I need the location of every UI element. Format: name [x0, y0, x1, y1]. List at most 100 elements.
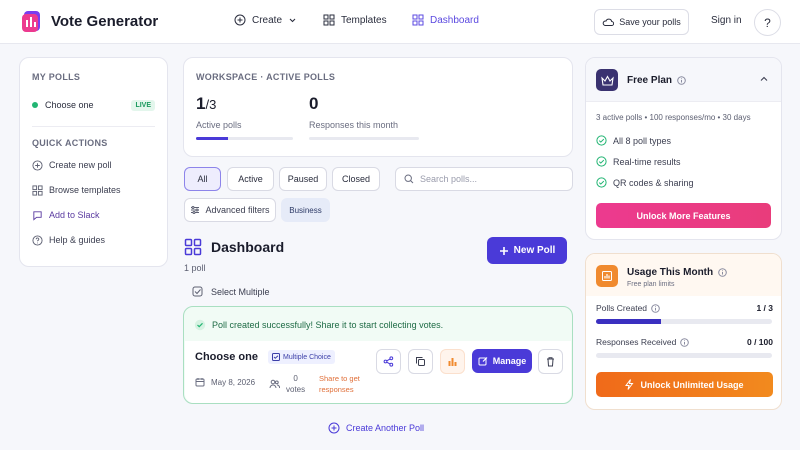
check-circle-icon [596, 177, 607, 188]
checkbox-icon [192, 286, 203, 297]
dashboard-icon [184, 238, 202, 256]
nav-dashboard-label: Dashboard [430, 14, 479, 26]
nav-templates[interactable]: Templates [323, 14, 387, 26]
poll-type-label: Multiple Choice [283, 353, 331, 361]
create-new-poll-action[interactable]: Create new poll [32, 157, 155, 173]
polls-created-row: Polls Created 1 / 3 [596, 303, 773, 313]
new-poll-button[interactable]: New Poll [487, 237, 567, 264]
usage-card: Usage This Month Free plan limits Polls … [585, 253, 782, 410]
add-to-slack-action[interactable]: Add to Slack [32, 207, 155, 223]
filter-all[interactable]: All [184, 167, 221, 191]
chart-icon [596, 265, 618, 287]
share-button[interactable] [376, 349, 401, 374]
active-polls-value: 1/3 [196, 94, 217, 113]
plan-feature: Real-time results [596, 156, 681, 167]
delete-button[interactable] [538, 349, 563, 374]
crown-icon [596, 69, 618, 91]
poll-count: 1 poll [184, 263, 206, 273]
create-another-poll-link[interactable]: Create Another Poll [328, 422, 424, 434]
responses-received-value: 0 / 100 [747, 337, 773, 347]
plus-circle-icon [234, 14, 246, 26]
plus-circle-icon [32, 159, 43, 171]
sidebar-poll-name: Choose one [45, 100, 94, 110]
select-multiple-toggle[interactable]: Select Multiple [192, 286, 270, 297]
info-icon [718, 268, 727, 277]
manage-label: Manage [492, 356, 527, 366]
top-navbar: Vote Generator Create Templates Dashboar… [0, 0, 800, 44]
live-badge: LIVE [131, 99, 155, 111]
responses-label: Responses this month [309, 120, 399, 130]
cloud-icon [602, 18, 615, 26]
nav-create-label: Create [252, 14, 283, 26]
calendar-icon [195, 378, 205, 387]
nav-create[interactable]: Create [234, 14, 297, 26]
results-button[interactable] [440, 349, 465, 374]
share-icon [383, 356, 394, 367]
usage-subtitle: Free plan limits [627, 281, 675, 288]
responses-received-row: Responses Received 0 / 100 [596, 337, 773, 347]
responses-value: 0 [309, 94, 319, 113]
quick-actions-heading: QUICK ACTIONS [32, 138, 108, 148]
sliders-icon [191, 206, 200, 214]
question-icon [32, 234, 43, 246]
sign-in-link[interactable]: Sign in [711, 15, 742, 26]
live-dot [32, 102, 38, 108]
advanced-filters-button[interactable]: Advanced filters [184, 198, 276, 222]
grid-icon [323, 14, 335, 26]
logo-icon [21, 9, 43, 33]
info-icon [680, 337, 690, 347]
help-guides-action[interactable]: Help & guides [32, 232, 155, 248]
plus-circle-icon [328, 422, 340, 434]
save-polls-button[interactable]: Save your polls [594, 9, 689, 35]
manage-button[interactable]: Manage [472, 349, 532, 373]
responses-received-label: Responses Received [596, 337, 677, 347]
free-plan-header[interactable]: Free Plan [586, 58, 781, 102]
search-input[interactable] [420, 174, 560, 184]
unlock-features-button[interactable]: Unlock More Features [596, 203, 771, 228]
share-hint: Share to get responses [319, 374, 360, 394]
check-circle-icon [194, 319, 206, 331]
success-text: Poll created successfully! Share it to s… [212, 320, 444, 330]
plan-feature: All 8 poll types [596, 135, 671, 146]
unlock-unlimited-button[interactable]: Unlock Unlimited Usage [596, 372, 773, 397]
filter-closed[interactable]: Closed [332, 167, 380, 191]
active-polls-label: Active polls [196, 120, 242, 130]
poll-type-badge: Multiple Choice [268, 350, 335, 364]
stats-heading: WORKSPACE · ACTIVE POLLS [196, 72, 336, 82]
list-icon [272, 353, 280, 361]
action-label: Browse templates [49, 185, 121, 195]
divider [32, 126, 155, 127]
responses-progress [309, 137, 419, 140]
poll-date: May 8, 2026 [195, 377, 255, 387]
plan-feature: QR codes & sharing [596, 177, 694, 188]
responses-stat: 0 Responses this month [309, 94, 419, 140]
usage-header: Usage This Month Free plan limits [586, 254, 781, 296]
plus-icon [499, 246, 508, 255]
action-label: Help & guides [49, 235, 106, 245]
responses-received-progress [596, 353, 772, 358]
nav-dashboard[interactable]: Dashboard [412, 14, 479, 26]
grid-icon [32, 184, 43, 196]
browse-templates-action[interactable]: Browse templates [32, 182, 155, 198]
filter-paused[interactable]: Paused [279, 167, 327, 191]
sidebar: MY POLLS Choose one LIVE QUICK ACTIONS C… [19, 57, 168, 267]
help-button[interactable]: ? [754, 9, 781, 36]
brand-name: Vote Generator [51, 12, 159, 30]
usage-title: Usage This Month [627, 267, 727, 278]
unlock-unlimited-label: Unlock Unlimited Usage [640, 379, 744, 390]
brand[interactable]: Vote Generator [21, 9, 158, 33]
chat-icon [33, 210, 42, 221]
chevron-up-icon[interactable] [759, 74, 769, 84]
bar-chart-icon [448, 358, 457, 366]
search-box [395, 167, 573, 191]
poll-title[interactable]: Choose one [195, 351, 258, 363]
filter-active[interactable]: Active [227, 167, 274, 191]
business-filter[interactable]: Business [281, 198, 330, 222]
action-label: Create new poll [49, 160, 112, 170]
copy-icon [416, 357, 425, 366]
copy-button[interactable] [408, 349, 433, 374]
votes-label: votes [286, 385, 306, 394]
sidebar-poll-item[interactable]: Choose one LIVE [32, 97, 155, 113]
poll-card-body: Choose one Multiple Choice May 8, 2026 0… [185, 341, 571, 403]
success-message: Poll created successfully! Share it to s… [194, 319, 443, 331]
